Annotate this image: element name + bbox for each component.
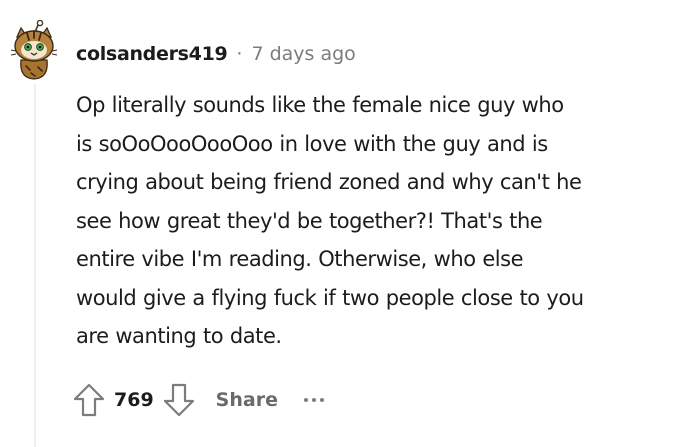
username-link[interactable]: colsanders419 (76, 40, 228, 68)
thread-line[interactable] (34, 84, 36, 447)
comment-body-line: would give a flying fuck if two people c… (76, 285, 584, 310)
share-button[interactable]: Share (216, 389, 278, 411)
avatar[interactable] (8, 19, 60, 80)
comment-body-line: entire vibe I'm reading. Otherwise, who … (76, 247, 524, 271)
comment-body-line: are wanting to date. (76, 324, 282, 348)
arrow-up-outline-icon (73, 383, 105, 417)
comment-body-line: see how great they'd be together?! That'… (76, 208, 543, 233)
vote-score: 769 (114, 389, 154, 411)
more-options-button[interactable] (303, 390, 324, 410)
ellipsis-dot (319, 398, 324, 402)
comment-body-line: Op literally sounds like the female nice… (76, 93, 564, 117)
separator-dot: · (236, 43, 243, 65)
comment-body-line: is soOoOooOooOoo in love with the guy an… (76, 131, 548, 156)
comment-body-line: crying about being friend zoned and why … (76, 170, 582, 194)
upvote-button[interactable] (72, 381, 106, 419)
comment-actions: 769 Share (72, 380, 324, 420)
downvote-button[interactable] (162, 381, 196, 419)
comment-header: colsanders419 · 7 days ago (76, 40, 356, 68)
timestamp[interactable]: 7 days ago (251, 40, 355, 68)
comment-body: Op literally sounds like the female nice… (76, 86, 696, 356)
snoo-avatar-icon (10, 19, 58, 80)
comment: colsanders419 · 7 days ago Op literally … (0, 0, 700, 447)
arrow-down-outline-icon (163, 383, 194, 417)
ellipsis-dot (303, 398, 308, 402)
ellipsis-dot (311, 398, 316, 402)
